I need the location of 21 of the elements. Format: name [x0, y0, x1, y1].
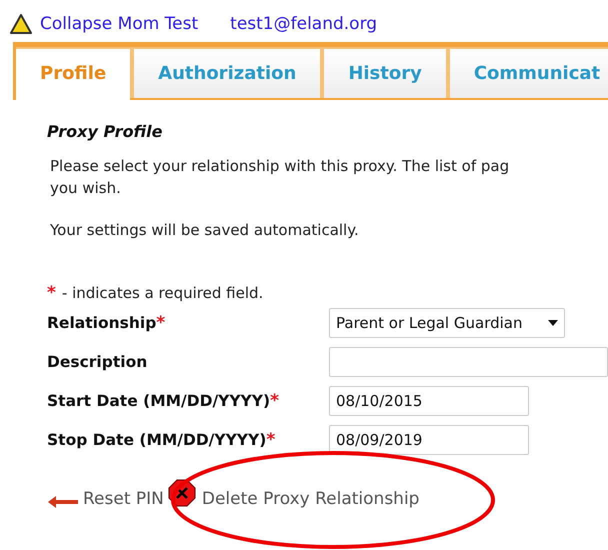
- field-label: Relationship*: [47, 312, 166, 332]
- caret-icon: [548, 320, 558, 326]
- autosave-note: Your settings will be saved automatically.: [50, 221, 360, 239]
- section-title: Proxy Profile: [47, 122, 164, 141]
- field-label: Description: [47, 352, 148, 370]
- required-asterisk: *: [47, 283, 56, 303]
- delete-link[interactable]: Delete Proxy Relationship: [202, 489, 420, 509]
- close-icon: [168, 479, 196, 507]
- email-link[interactable]: test1@feland.org: [230, 14, 378, 34]
- reset-pin-link[interactable]: Reset PIN: [83, 489, 164, 509]
- input-field[interactable]: 08/10/2015: [329, 386, 529, 416]
- relationship-select[interactable]: Parent or Legal Guardian: [329, 308, 565, 338]
- intro-paragraph: Please select your relationship with this proxy. The list of pag you wish.: [50, 156, 510, 199]
- left-arrow-icon: [47, 495, 79, 509]
- field-label: Stop Date (MM/DD/YYYY)*: [47, 430, 276, 450]
- required-note: - indicates a required field.: [62, 284, 264, 302]
- input-field[interactable]: 08/09/2019: [329, 424, 529, 454]
- name-link[interactable]: Collapse Mom Test: [40, 14, 198, 34]
- warning-icon: [10, 14, 32, 34]
- input-field[interactable]: [329, 346, 608, 376]
- field-label: Start Date (MM/DD/YYYY)*: [47, 390, 280, 410]
